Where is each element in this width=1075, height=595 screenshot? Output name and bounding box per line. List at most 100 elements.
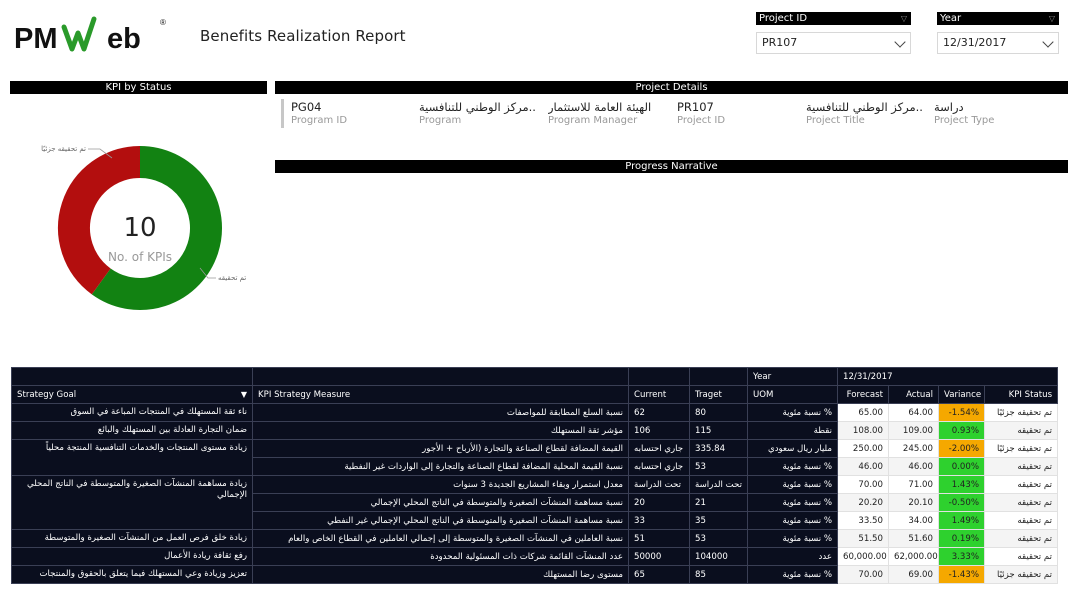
svg-text:®: ®: [160, 18, 166, 27]
uom-cell: مليار ريال سعودي: [747, 439, 838, 458]
table-row[interactable]: زيادة مستوى المنتجات والخدمات التنافسية …: [11, 439, 1059, 476]
variance-cell: 0.19%: [938, 529, 985, 548]
project-id-slicer[interactable]: Project ID ▽ PR107: [756, 12, 911, 54]
uom-cell: % نسبة مئوية: [747, 565, 838, 584]
kpi-status-cell: تم تحقيقه: [983, 511, 1059, 530]
kpi-status-cell: تم تحقيقه: [983, 457, 1059, 476]
variance-cell: -1.43%: [938, 565, 985, 584]
target-cell: 53: [689, 457, 748, 476]
target-cell: 53: [689, 529, 748, 548]
current-cell: تحت الدراسة: [628, 475, 690, 494]
kpi-status-cell: تم تحقيقه: [983, 493, 1059, 512]
chevron-down-icon: [894, 36, 906, 48]
current-cell: 106: [628, 421, 690, 440]
current-cell: 65: [628, 565, 690, 584]
target-cell: 335.84: [689, 439, 748, 458]
current-cell: 20: [628, 493, 690, 512]
target-cell: 85: [689, 565, 748, 584]
project-detail-value: PR107: [677, 101, 714, 114]
pmweb-logo: PM eb ®: [14, 16, 166, 55]
donut-label-achieved: تم تحقيقه: [218, 274, 246, 282]
header-blank: [628, 367, 690, 386]
chevron-down-icon: ▽: [900, 14, 907, 23]
target-cell: 35: [689, 511, 748, 530]
kpi-measure-cell: نسبة مساهمة المنشآت الصغيرة والمتوسطة في…: [252, 511, 629, 530]
uom-cell: % نسبة مئوية: [747, 529, 838, 548]
column-header-current[interactable]: Current: [628, 385, 690, 404]
project-detail-field: الهيئة العامة للاستثمار Program Manager: [548, 101, 673, 127]
kpi-total-count: 10: [123, 213, 157, 243]
table-row[interactable]: تعزيز وزيادة وعي المستهلك فيما يتعلق بال…: [11, 565, 1059, 584]
project-detail-label: Program ID: [291, 115, 348, 126]
project-id-slicer-label: Project ID: [759, 13, 808, 24]
project-detail-label: Program: [419, 115, 462, 126]
kpi-status-cell: تم تحقيقه جزئيًا: [983, 439, 1059, 458]
target-cell: 21: [689, 493, 748, 512]
variance-cell: 3.33%: [938, 547, 985, 566]
uom-cell: % نسبة مئوية: [747, 511, 838, 530]
strategy-goal-cell: رفع ثقافة ريادة الأعمال: [11, 547, 253, 566]
kpi-status-cell: تم تحقيقه: [983, 421, 1059, 440]
uom-cell: % نسبة مئوية: [747, 475, 838, 494]
forecast-cell: 51.50: [837, 529, 889, 548]
column-header-target[interactable]: Traget: [689, 385, 748, 404]
header-blank: [252, 367, 629, 386]
kpi-status-cell: تم تحقيقه جزئيًا: [983, 565, 1059, 584]
kpi-measure-cell: مؤشر ثقة المستهلك: [252, 421, 629, 440]
year-slicer-header: Year ▽: [937, 12, 1059, 25]
project-detail-value: مركز الوطني للتنافسية..: [806, 101, 923, 114]
column-header-status[interactable]: KPI Status: [983, 385, 1059, 404]
project-detail-field: PR107 Project ID: [677, 101, 802, 127]
report-title: Benefits Realization Report: [200, 27, 406, 45]
variance-cell: 1.49%: [938, 511, 985, 530]
kpi-measure-cell: القيمة المضافة لقطاع الصناعة والتجارة (ا…: [252, 439, 629, 458]
kpi-by-status-title: KPI by Status: [10, 81, 267, 94]
column-header-measure[interactable]: KPI Strategy Measure: [252, 385, 629, 404]
column-header-goal[interactable]: Strategy Goal ▼: [11, 385, 253, 404]
column-header-actual[interactable]: Actual: [888, 385, 939, 404]
forecast-cell: 108.00: [837, 421, 889, 440]
project-detail-field: مركز الوطني للتنافسية.. Program: [419, 101, 544, 127]
table-row[interactable]: زيادة خلق فرص العمل من المنشآت الصغيرة و…: [11, 529, 1059, 548]
forecast-cell: 60,000.00: [837, 547, 889, 566]
variance-cell: -2.00%: [938, 439, 985, 458]
actual-cell: 245.00: [888, 439, 939, 458]
project-details-title: Project Details: [275, 81, 1068, 94]
table-row[interactable]: زيادة مساهمة المنشآت الصغيرة والمتوسطة ف…: [11, 475, 1059, 530]
year-slicer-label: Year: [940, 13, 962, 24]
kpi-measure-cell: نسبة القيمة المحلية المضافة لقطاع الصناع…: [252, 457, 629, 476]
uom-cell: عدد: [747, 547, 838, 566]
forecast-cell: 33.50: [837, 511, 889, 530]
uom-cell: % نسبة مئوية: [747, 403, 838, 422]
project-detail-label: Program Manager: [548, 115, 638, 126]
table-row[interactable]: ضمان التجارة العادلة بين المستهلك والبائ…: [11, 421, 1059, 440]
column-header-forecast[interactable]: Forecast: [837, 385, 889, 404]
table-header-row: Strategy Goal ▼ KPI Strategy Measure Curren…: [11, 385, 1059, 404]
variance-cell: -0.50%: [938, 493, 985, 512]
report-canvas: PM eb ® Benefits Realization Report Proj…: [0, 0, 1075, 595]
table-row[interactable]: رفع ثقافة ريادة الأعمال عدد المنشآت القائ…: [11, 547, 1059, 566]
kpi-status-cell: تم تحقيقه: [983, 529, 1059, 548]
actual-cell: 46.00: [888, 457, 939, 476]
forecast-cell: 70.00: [837, 565, 889, 584]
sort-down-icon[interactable]: ▼: [241, 390, 247, 399]
kpi-measure-cell: نسبة العاملين في المنشآت الصغيرة والمتوس…: [252, 529, 629, 548]
kpi-measure-cell: نسبة السلع المطابقة للمواصفات: [252, 403, 629, 422]
strategy-goal-cell: زيادة مستوى المنتجات والخدمات التنافسية …: [11, 439, 253, 476]
year-header-value: 12/31/2017: [836, 367, 1059, 386]
column-header-uom[interactable]: UOM: [747, 385, 838, 404]
actual-cell: 69.00: [888, 565, 939, 584]
year-dropdown[interactable]: 12/31/2017: [937, 32, 1059, 54]
target-cell: 80: [689, 403, 748, 422]
year-slicer[interactable]: Year ▽ 12/31/2017: [937, 12, 1059, 54]
header-blank: [689, 367, 748, 386]
current-cell: 62: [628, 403, 690, 422]
actual-cell: 20.10: [888, 493, 939, 512]
column-header-variance[interactable]: Variance: [938, 385, 985, 404]
header-blank: [11, 367, 253, 386]
target-cell: 104000: [689, 547, 748, 566]
column-header-goal-label: Strategy Goal: [17, 389, 77, 400]
project-id-dropdown[interactable]: PR107: [756, 32, 911, 54]
table-row[interactable]: ناء ثقة المستهلك في المنتجات المباعة في …: [11, 403, 1059, 422]
kpi-status-cell: تم تحقيقه جزئيًا: [983, 403, 1059, 422]
